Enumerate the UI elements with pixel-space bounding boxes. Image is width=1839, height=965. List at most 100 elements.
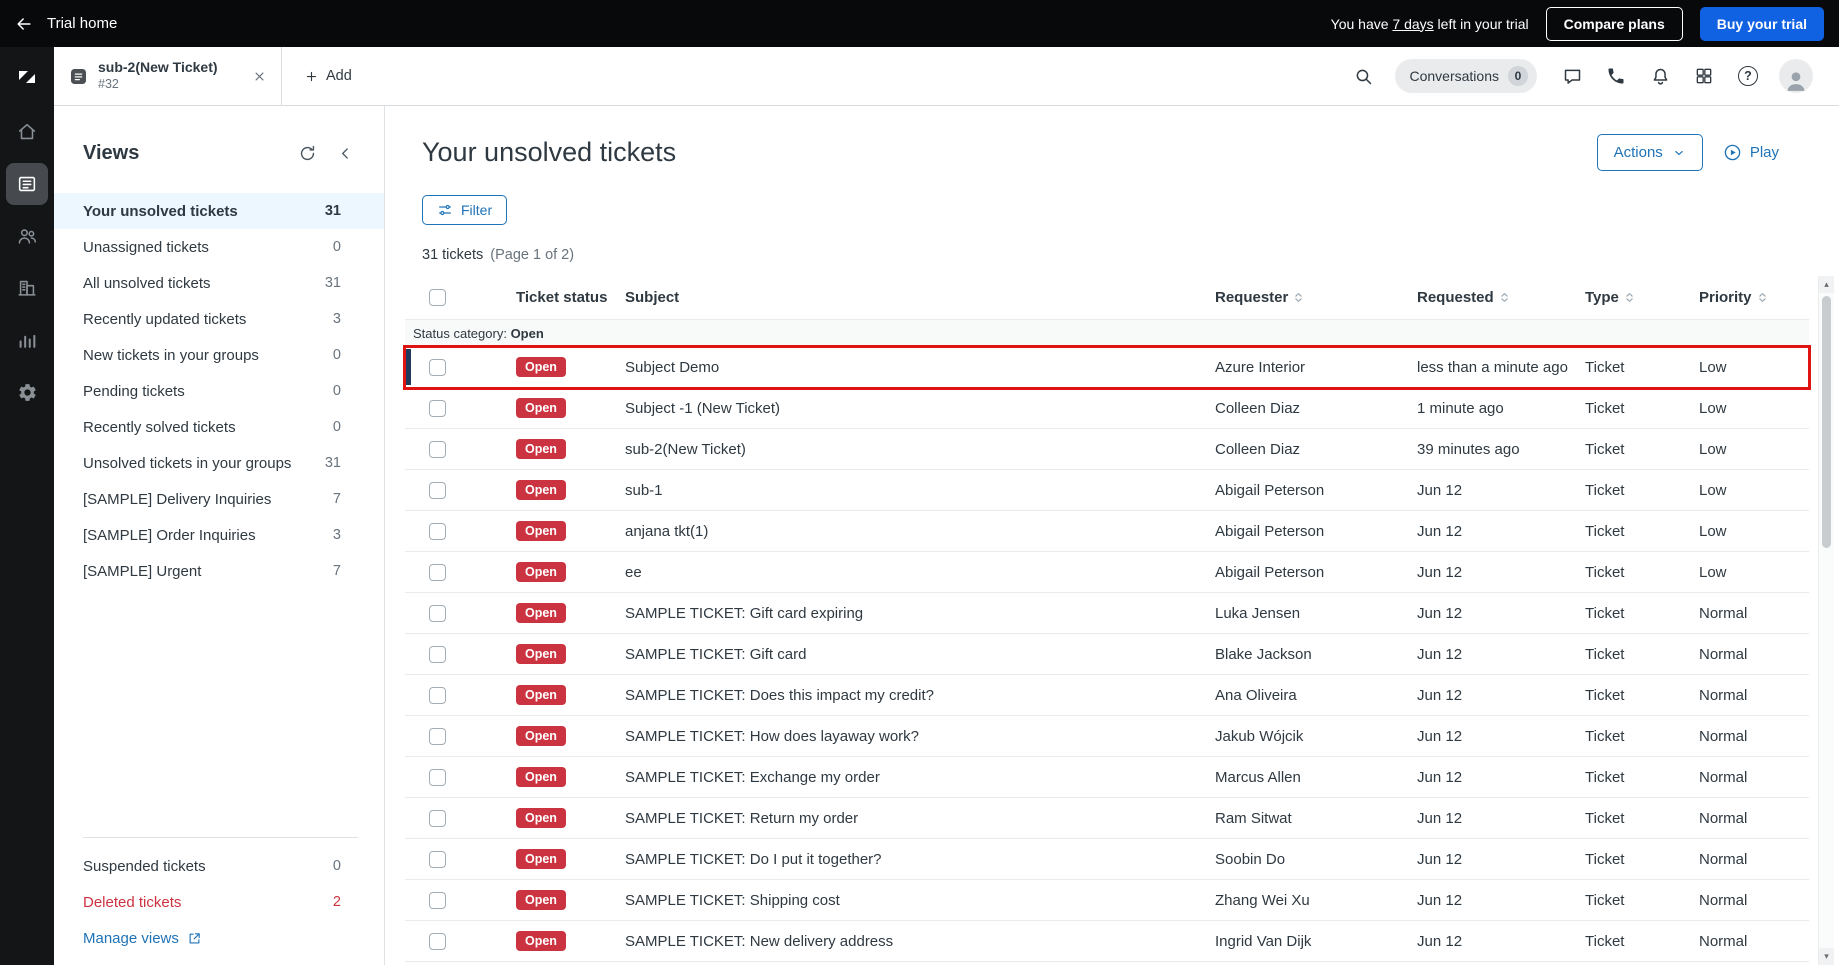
ticket-row-checkbox[interactable] [429, 933, 446, 950]
nav-reporting-icon[interactable] [0, 314, 54, 366]
search-button[interactable] [1345, 57, 1383, 95]
view-item-count: 3 [333, 311, 341, 327]
ticket-subject[interactable]: sub-2(New Ticket) [625, 441, 1215, 458]
nav-admin-gear-icon[interactable] [0, 366, 54, 418]
views-list-item[interactable]: [SAMPLE] Urgent 7 [54, 553, 384, 589]
ticket-row[interactable]: Open Subject -1 (New Ticket) Colleen Dia… [405, 388, 1809, 429]
ticket-row[interactable]: Open SAMPLE TICKET: Return my order Ram … [405, 798, 1809, 839]
ticket-row[interactable]: Open SAMPLE TICKET: New delivery address… [405, 921, 1809, 962]
ticket-subject[interactable]: SAMPLE TICKET: Gift card expiring [625, 605, 1215, 622]
ticket-subject[interactable]: sub-1 [625, 482, 1215, 499]
ticket-subject[interactable]: SAMPLE TICKET: Exchange my order [625, 769, 1215, 786]
ticket-row-checkbox[interactable] [429, 400, 446, 417]
nav-customers-icon[interactable] [0, 210, 54, 262]
ticket-row-checkbox[interactable] [429, 523, 446, 540]
select-all-checkbox[interactable] [429, 289, 446, 306]
ticket-subject[interactable]: SAMPLE TICKET: Do I put it together? [625, 851, 1215, 868]
ticket-subject[interactable]: SAMPLE TICKET: Gift card [625, 646, 1215, 663]
ticket-row-checkbox[interactable] [429, 564, 446, 581]
scrollbar-up-arrow[interactable]: ▴ [1819, 276, 1834, 293]
refresh-views-button[interactable] [294, 140, 321, 167]
ticket-row[interactable]: Open SAMPLE TICKET: Gift card Blake Jack… [405, 634, 1809, 675]
scrollbar-down-arrow[interactable]: ▾ [1819, 948, 1834, 965]
views-panel: Views Your unsolved tickets 31 Unassigne [54, 106, 385, 965]
product-switcher-button[interactable] [1685, 57, 1723, 95]
column-requested[interactable]: Requested [1417, 289, 1585, 306]
view-item-count: 0 [333, 383, 341, 399]
views-list-item[interactable]: [SAMPLE] Delivery Inquiries 7 [54, 481, 384, 517]
views-list-item[interactable]: Recently updated tickets 3 [54, 301, 384, 337]
column-requester[interactable]: Requester [1215, 289, 1417, 306]
column-type[interactable]: Type [1585, 289, 1699, 306]
views-list-item[interactable]: Unassigned tickets 0 [54, 229, 384, 265]
ticket-row-checkbox[interactable] [429, 769, 446, 786]
ticket-row-checkbox[interactable] [429, 851, 446, 868]
phone-button[interactable] [1597, 57, 1635, 95]
ticket-subject[interactable]: SAMPLE TICKET: New delivery address [625, 933, 1215, 950]
ticket-row[interactable]: Open anjana tkt(1) Abigail Peterson Jun … [405, 511, 1809, 552]
ticket-priority: Low [1699, 482, 1809, 499]
ticket-row[interactable]: Open SAMPLE TICKET: Do I put it together… [405, 839, 1809, 880]
filter-button[interactable]: Filter [422, 195, 507, 225]
views-list-item[interactable]: Unsolved tickets in your groups 31 [54, 445, 384, 481]
views-list-item[interactable]: Recently solved tickets 0 [54, 409, 384, 445]
ticket-row[interactable]: Open SAMPLE TICKET: How does layaway wor… [405, 716, 1809, 757]
collapse-views-button[interactable] [333, 141, 358, 166]
ticket-subject[interactable]: anjana tkt(1) [625, 523, 1215, 540]
views-list-item[interactable]: [SAMPLE] Order Inquiries 3 [54, 517, 384, 553]
buy-trial-button[interactable]: Buy your trial [1700, 7, 1824, 41]
help-button[interactable]: ? [1729, 57, 1767, 95]
ticket-row[interactable]: Open ee Abigail Peterson Jun 12 Ticket L… [405, 552, 1809, 593]
ticket-subject[interactable]: Subject -1 (New Ticket) [625, 400, 1215, 417]
views-list-item[interactable]: Suspended tickets 0 [54, 848, 384, 884]
ticket-subject[interactable]: SAMPLE TICKET: Return my order [625, 810, 1215, 827]
chat-button[interactable] [1553, 57, 1591, 95]
ticket-row-checkbox[interactable] [429, 687, 446, 704]
manage-views-link[interactable]: Manage views [54, 920, 231, 957]
ticket-row-checkbox[interactable] [429, 810, 446, 827]
ticket-row[interactable]: Open SAMPLE TICKET: Gift card expiring L… [405, 593, 1809, 634]
ticket-row[interactable]: Open SAMPLE TICKET: Shipping cost Zhang … [405, 880, 1809, 921]
ticket-row-checkbox[interactable] [429, 605, 446, 622]
trial-home-link[interactable]: Trial home [14, 14, 117, 34]
view-item-count: 2 [333, 894, 341, 910]
ticket-row-checkbox[interactable] [429, 482, 446, 499]
user-avatar[interactable] [1779, 59, 1813, 93]
ticket-row[interactable]: Open SAMPLE TICKET: Does this impact my … [405, 675, 1809, 716]
ticket-subject[interactable]: SAMPLE TICKET: Shipping cost [625, 892, 1215, 909]
ticket-row[interactable]: Open sub-1 Abigail Peterson Jun 12 Ticke… [405, 470, 1809, 511]
nav-home-icon[interactable] [0, 106, 54, 158]
ticket-row[interactable]: Open sub-2(New Ticket) Colleen Diaz 39 m… [405, 429, 1809, 470]
ticket-row[interactable]: Open Subject Demo Azure Interior less th… [405, 347, 1809, 388]
tab-close-icon[interactable] [248, 65, 271, 88]
ticket-row-checkbox[interactable] [429, 359, 446, 376]
scrollbar-thumb[interactable] [1822, 296, 1831, 548]
views-list-item[interactable]: Deleted tickets 2 [54, 884, 384, 920]
add-tab-button[interactable]: Add [282, 47, 374, 105]
column-priority[interactable]: Priority [1699, 289, 1809, 306]
ticket-row-checkbox[interactable] [429, 441, 446, 458]
ticket-subject[interactable]: Subject Demo [625, 359, 1215, 376]
ticket-row-checkbox[interactable] [429, 646, 446, 663]
play-button[interactable]: Play [1719, 134, 1783, 171]
ticket-subject[interactable]: ee [625, 564, 1215, 581]
ticket-row[interactable]: Open SAMPLE TICKET: Exchange my order Ma… [405, 757, 1809, 798]
views-list-item[interactable]: Your unsolved tickets 31 [54, 193, 384, 229]
ticket-row-checkbox[interactable] [429, 892, 446, 909]
compare-plans-button[interactable]: Compare plans [1546, 7, 1683, 41]
nav-organizations-icon[interactable] [0, 262, 54, 314]
views-list-item[interactable]: Pending tickets 0 [54, 373, 384, 409]
conversations-button[interactable]: Conversations 0 [1395, 59, 1538, 93]
help-icon: ? [1738, 66, 1758, 86]
views-list-item[interactable]: All unsolved tickets 31 [54, 265, 384, 301]
views-list-item[interactable]: New tickets in your groups 0 [54, 337, 384, 373]
ticket-subject[interactable]: SAMPLE TICKET: Does this impact my credi… [625, 687, 1215, 704]
actions-button[interactable]: Actions [1597, 134, 1703, 171]
grid-icon [1694, 66, 1714, 86]
nav-views-icon[interactable] [0, 158, 54, 210]
ticket-tab[interactable]: sub-2(New Ticket) #32 [54, 47, 282, 105]
ticket-subject[interactable]: SAMPLE TICKET: How does layaway work? [625, 728, 1215, 745]
ticket-row-checkbox[interactable] [429, 728, 446, 745]
notifications-button[interactable] [1641, 57, 1679, 95]
table-scrollbar[interactable]: ▴ ▾ [1818, 276, 1834, 965]
